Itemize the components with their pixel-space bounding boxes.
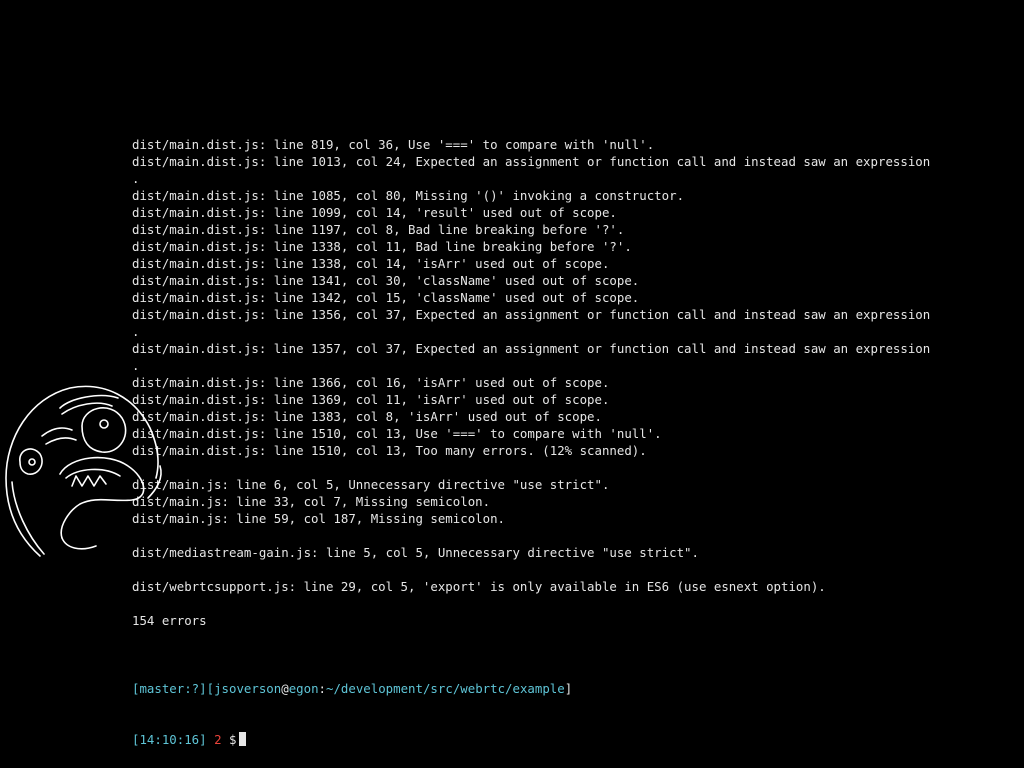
lint-message: dist/main.dist.js: line 1085, col 80, Mi… bbox=[132, 188, 685, 203]
exit-status: 2 bbox=[214, 732, 222, 747]
lint-message: dist/main.dist.js: line 1357, col 37, Ex… bbox=[132, 341, 931, 356]
lint-message: dist/main.dist.js: line 819, col 36, Use… bbox=[132, 137, 655, 152]
lint-output: dist/main.dist.js: line 819, col 36, Use… bbox=[132, 136, 1012, 646]
lint-message: dist/main.dist.js: line 1099, col 14, 'r… bbox=[132, 205, 617, 220]
lint-message: dist/webrtcsupport.js: line 29, col 5, '… bbox=[132, 579, 826, 594]
prompt-mid-bracket: ][ bbox=[199, 681, 215, 696]
lint-message: dist/main.dist.js: line 1369, col 11, 'i… bbox=[132, 392, 610, 407]
lint-message: dist/main.dist.js: line 1356, col 37, Ex… bbox=[132, 307, 931, 322]
lint-message: dist/main.dist.js: line 1342, col 15, 'c… bbox=[132, 290, 640, 305]
lint-message: dist/main.dist.js: line 1366, col 16, 'i… bbox=[132, 375, 610, 390]
lint-message: dist/mediastream-gain.js: line 5, col 5,… bbox=[132, 545, 699, 560]
time-close-bracket: ] bbox=[199, 732, 207, 747]
terminal-output: dist/main.dist.js: line 819, col 36, Use… bbox=[132, 102, 1012, 768]
lint-message: dist/main.js: line 59, col 187, Missing … bbox=[132, 511, 505, 526]
terminal-window[interactable]: dist/main.dist.js: line 819, col 36, Use… bbox=[0, 0, 1024, 768]
lint-message: dist/main.js: line 33, col 7, Missing se… bbox=[132, 494, 491, 509]
lint-message: . bbox=[132, 358, 140, 373]
lint-message: . bbox=[132, 324, 140, 339]
lint-message: dist/main.dist.js: line 1197, col 8, Bad… bbox=[132, 222, 625, 237]
lint-message: dist/main.dist.js: line 1013, col 24, Ex… bbox=[132, 154, 931, 169]
prompt-close-bracket: ] bbox=[564, 681, 573, 696]
prompt-time: 14:10:16 bbox=[139, 732, 200, 747]
lint-message: dist/main.dist.js: line 1510, col 13, Us… bbox=[132, 426, 662, 441]
git-branch: master:? bbox=[139, 681, 200, 696]
lint-message: dist/main.dist.js: line 1341, col 30, 'c… bbox=[132, 273, 640, 288]
prompt-dollar: $ bbox=[229, 732, 237, 747]
lint-message: dist/main.dist.js: line 1383, col 8, 'is… bbox=[132, 409, 602, 424]
prompt-line-1: [master:?][jsoverson@egon:~/development/… bbox=[132, 680, 1012, 697]
lint-message: dist/main.js: line 6, col 5, Unnecessary… bbox=[132, 477, 610, 492]
prompt-host: egon bbox=[288, 681, 319, 696]
text-cursor[interactable] bbox=[238, 732, 246, 746]
lint-message: dist/main.dist.js: line 1338, col 11, Ba… bbox=[132, 239, 632, 254]
prompt-path: ~/development/src/webrtc/example bbox=[326, 681, 565, 696]
lint-message: dist/main.dist.js: line 1338, col 14, 'i… bbox=[132, 256, 610, 271]
prompt-at: @ bbox=[281, 681, 289, 696]
prompt-user: jsoverson bbox=[214, 681, 282, 696]
lint-message: dist/main.dist.js: line 1510, col 13, To… bbox=[132, 443, 647, 458]
rage-face-icon bbox=[5, 385, 162, 557]
lint-message: . bbox=[132, 171, 140, 186]
prompt-colon: : bbox=[318, 681, 326, 696]
lint-message: 154 errors bbox=[132, 613, 207, 628]
prompt-line-2[interactable]: [14:10:16] 2 $ bbox=[132, 731, 1012, 748]
